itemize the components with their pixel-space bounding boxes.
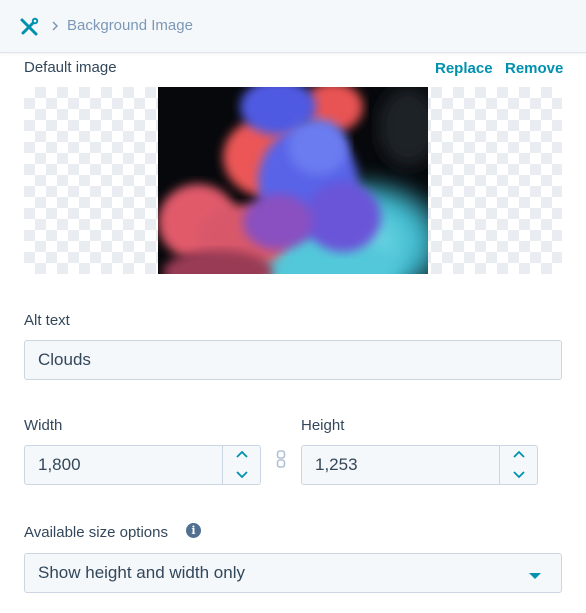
caret-down-icon bbox=[528, 567, 542, 579]
size-options-label: Available size options bbox=[24, 524, 168, 541]
width-stepper[interactable] bbox=[222, 445, 261, 485]
link-icon[interactable] bbox=[275, 450, 287, 468]
breadcrumb-bar: Background Image bbox=[0, 0, 586, 53]
chevron-up-icon bbox=[513, 450, 525, 458]
alt-text-label: Alt text bbox=[24, 312, 70, 329]
image-preview bbox=[158, 87, 428, 274]
width-value: 1,800 bbox=[38, 455, 81, 474]
width-label: Width bbox=[24, 417, 63, 434]
remove-link[interactable]: Remove bbox=[505, 60, 563, 77]
breadcrumb-current: Background Image bbox=[67, 17, 193, 34]
size-options-select[interactable]: Show height and width only bbox=[24, 553, 562, 593]
default-image-label: Default image bbox=[24, 59, 117, 76]
alt-text-input[interactable]: Clouds bbox=[24, 340, 562, 380]
height-label: Height bbox=[301, 417, 345, 434]
width-increment-button[interactable] bbox=[223, 445, 261, 465]
tools-icon[interactable] bbox=[18, 16, 40, 38]
info-icon[interactable]: i bbox=[186, 523, 201, 538]
height-increment-button[interactable] bbox=[500, 445, 538, 465]
height-value: 1,253 bbox=[315, 455, 358, 474]
chevron-up-icon bbox=[236, 450, 248, 458]
replace-link[interactable]: Replace bbox=[435, 60, 493, 77]
chevron-right-icon bbox=[50, 19, 60, 33]
size-options-selected: Show height and width only bbox=[38, 563, 245, 582]
width-decrement-button[interactable] bbox=[223, 465, 261, 485]
chevron-down-icon bbox=[236, 471, 248, 479]
chevron-down-icon bbox=[513, 471, 525, 479]
height-decrement-button[interactable] bbox=[500, 465, 538, 485]
height-stepper[interactable] bbox=[499, 445, 538, 485]
